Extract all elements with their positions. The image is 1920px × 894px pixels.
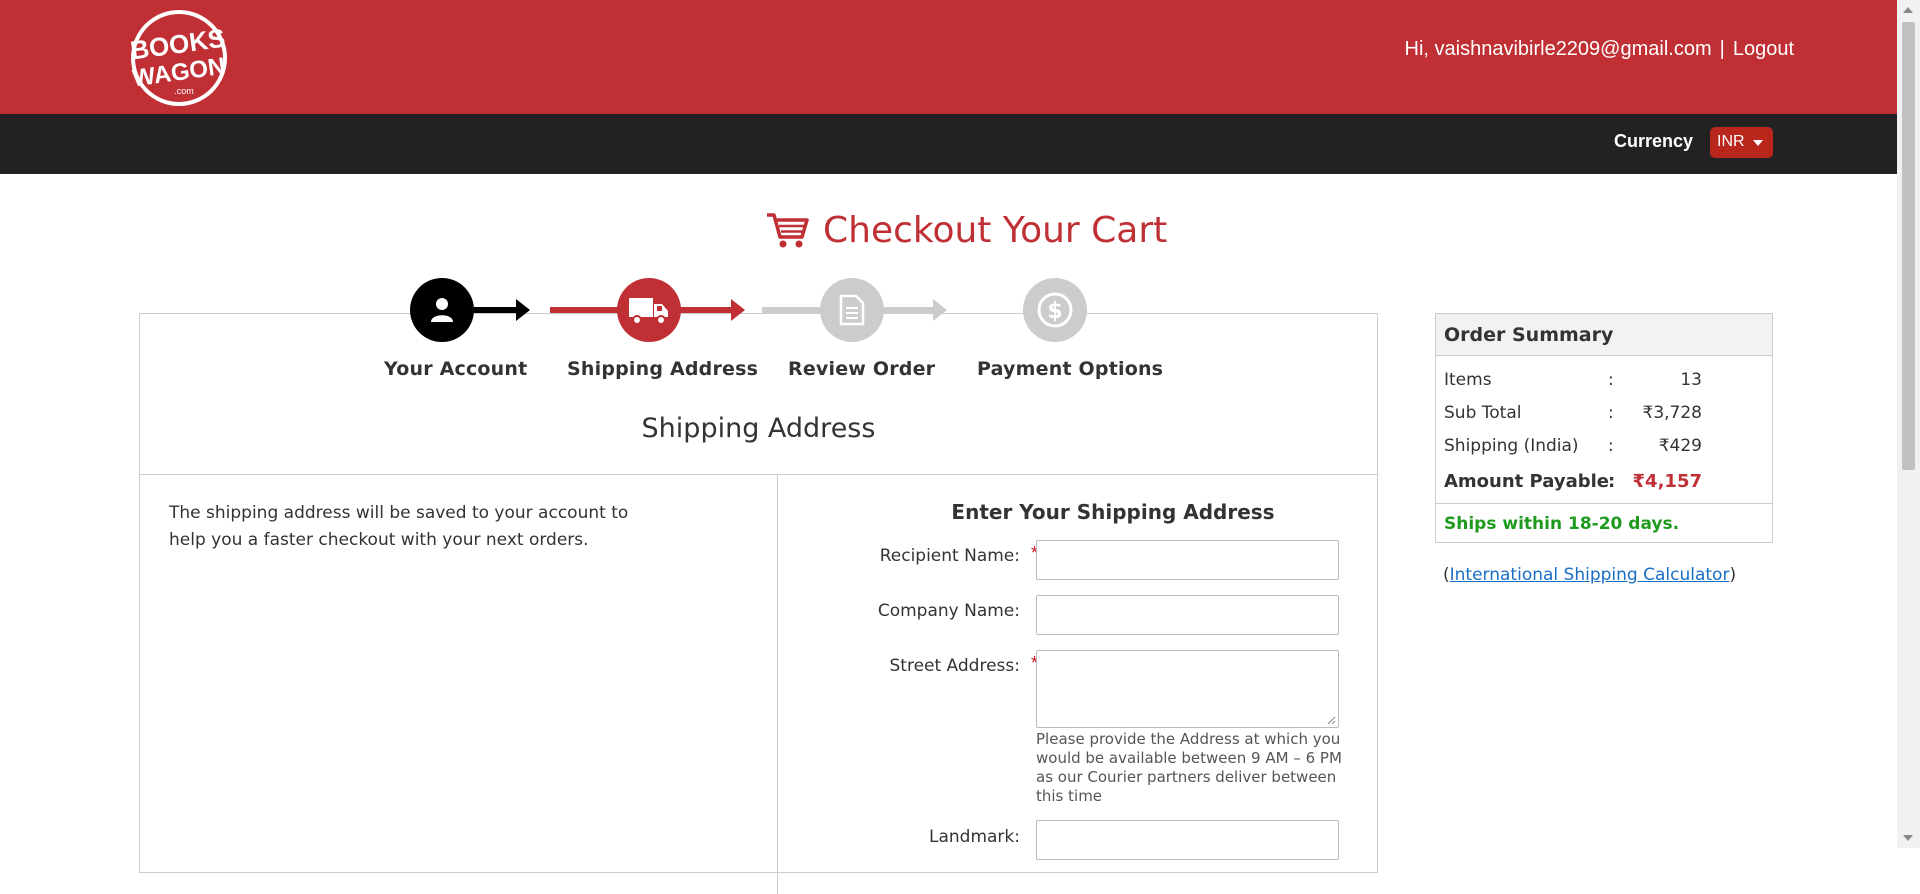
step-label: Review Order <box>788 358 936 380</box>
page-title: Checkout Your Cart <box>823 209 1168 251</box>
truck-icon <box>629 298 668 325</box>
step-payment-options: $ <box>1023 278 1087 342</box>
summary-label: Sub Total <box>1444 403 1522 423</box>
open-paren: ( <box>1443 565 1450 585</box>
step-your-account <box>410 278 474 342</box>
step-review-order <box>820 278 884 342</box>
recipient-name-label-wrap: Recipient Name: * <box>800 543 1038 570</box>
step-connector <box>550 307 570 313</box>
landmark-input[interactable] <box>1036 820 1339 860</box>
user-greeting[interactable]: Hi, vaishnavibirle2209@gmail.com <box>1405 38 1712 60</box>
landmark-label-wrap: Landmark: <box>800 827 1030 851</box>
street-address-textarea[interactable] <box>1036 650 1339 728</box>
bookswagon-logo[interactable]: BOOKS WAGON .com <box>120 8 238 108</box>
street-address-label-wrap: Street Address: * <box>800 653 1039 680</box>
step-label: Payment Options <box>977 358 1164 380</box>
ships-within-text: Ships within 18-20 days. <box>1444 514 1680 534</box>
shipping-calculator: (International Shipping Calculator) <box>1443 565 1736 585</box>
summary-colon: : <box>1608 403 1614 423</box>
company-name-input[interactable] <box>1036 595 1339 635</box>
scroll-up-icon[interactable] <box>1903 7 1913 13</box>
field-label: Street Address: <box>889 656 1021 676</box>
divider <box>777 474 778 894</box>
summary-value: ₹429 <box>1658 436 1702 456</box>
resize-handle-icon[interactable] <box>1326 715 1336 725</box>
currency-selected: INR <box>1717 133 1745 150</box>
checkout-steps: Your Account Shipping Address Review Ord… <box>370 278 1163 388</box>
summary-label: Items <box>1444 370 1492 390</box>
amount-payable-value: ₹4,157 <box>1632 471 1702 492</box>
section-title: Shipping Address <box>641 413 876 444</box>
summary-value: ₹3,728 <box>1642 403 1702 423</box>
street-address-hint: Please provide the Address at which you … <box>1036 730 1342 805</box>
currency-label: Currency <box>1614 131 1694 151</box>
logo-text-domain: .com <box>174 86 194 96</box>
currency-bar <box>0 114 1897 174</box>
international-shipping-calculator-link[interactable]: International Shipping Calculator <box>1450 565 1730 585</box>
step-label: Shipping Address <box>567 358 759 380</box>
divider <box>1436 503 1772 504</box>
summary-value: 13 <box>1680 370 1702 390</box>
close-paren: ) <box>1729 565 1737 585</box>
checkout-heading: Checkout Your Cart <box>765 205 1167 255</box>
user-icon <box>431 298 453 322</box>
dollar-icon: $ <box>1037 292 1073 328</box>
field-label: Landmark: <box>929 827 1020 847</box>
field-label: Recipient Name: <box>879 546 1020 566</box>
header-separator: | <box>1719 38 1725 60</box>
currency-dropdown[interactable]: INR <box>1710 127 1773 158</box>
logout-link[interactable]: Logout <box>1733 38 1794 60</box>
chevron-down-icon <box>1753 140 1763 146</box>
vertical-scrollbar[interactable] <box>1897 0 1920 848</box>
company-name-label-wrap: Company Name: <box>800 601 1030 625</box>
svg-text:$: $ <box>1047 299 1062 324</box>
document-icon <box>839 294 865 326</box>
shipping-note: The shipping address will be saved to yo… <box>169 503 629 550</box>
summary-colon: : <box>1608 471 1616 492</box>
scrollbar-thumb[interactable] <box>1902 22 1915 470</box>
summary-colon: : <box>1608 370 1614 390</box>
recipient-name-input[interactable] <box>1036 540 1339 580</box>
scroll-down-icon[interactable] <box>1903 835 1913 841</box>
summary-label: Shipping (India) <box>1444 436 1579 456</box>
user-menu: Hi, vaishnavibirle2209@gmail.com | Logout <box>1405 38 1794 61</box>
order-summary: Order Summary Items : 13 Sub Total : ₹3,… <box>1435 313 1773 543</box>
order-summary-title: Order Summary <box>1436 314 1772 356</box>
step-label: Your Account <box>384 358 528 380</box>
summary-colon: : <box>1608 436 1614 456</box>
summary-label: Amount Payable <box>1444 471 1609 492</box>
cart-icon <box>767 213 809 248</box>
field-label: Company Name: <box>877 601 1020 621</box>
step-shipping-address <box>617 278 681 342</box>
form-title: Enter Your Shipping Address <box>951 500 1275 524</box>
divider <box>140 474 1377 475</box>
